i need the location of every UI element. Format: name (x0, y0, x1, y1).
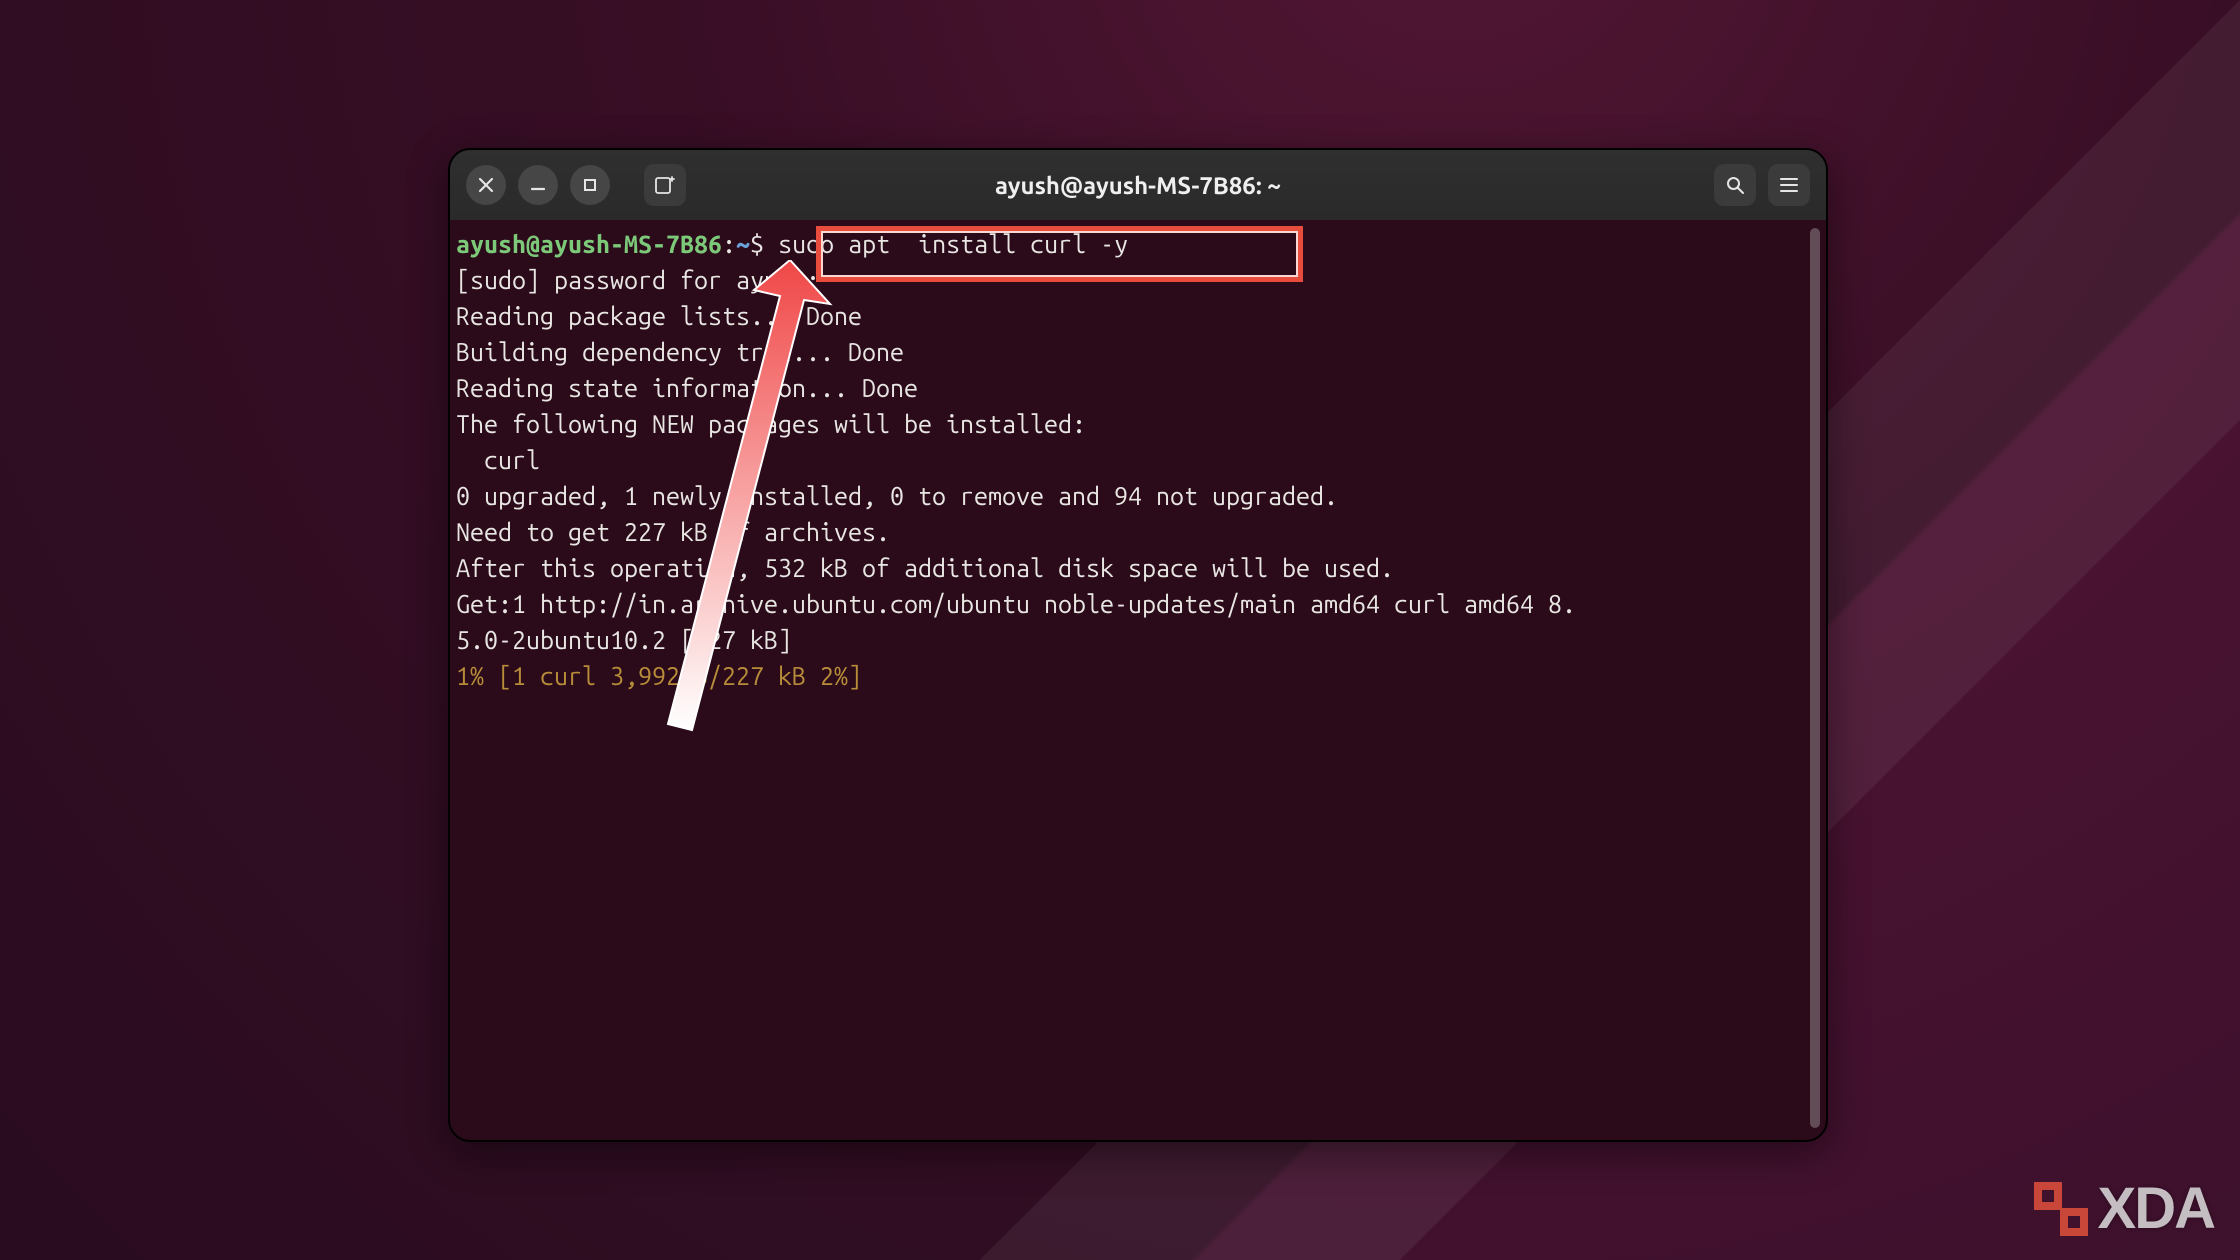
prompt-user-host: ayush@ayush-MS-7B86 (456, 230, 722, 258)
watermark-icon (2034, 1182, 2088, 1236)
search-button[interactable] (1714, 164, 1756, 206)
maximize-icon (582, 177, 598, 193)
window-title: ayush@ayush-MS-7B86: ~ (995, 172, 1281, 199)
terminal-output[interactable]: ayush@ayush-MS-7B86:~$ sudo apt install … (450, 220, 1826, 1140)
new-tab-icon (654, 174, 676, 196)
search-icon (1725, 175, 1745, 195)
minimize-icon (530, 177, 546, 193)
output-line: [sudo] password for ayush: (456, 266, 820, 294)
output-line: Building dependency tree... Done (456, 338, 904, 366)
hamburger-icon (1779, 175, 1799, 195)
titlebar: ayush@ayush-MS-7B86: ~ (450, 150, 1826, 220)
output-line: The following NEW packages will be insta… (456, 410, 1086, 438)
output-line: Get:1 http://in.archive.ubuntu.com/ubunt… (456, 590, 1576, 618)
prompt-colon: : (722, 230, 736, 258)
output-line: Reading state information... Done (456, 374, 918, 402)
new-tab-button[interactable] (644, 164, 686, 206)
progress-line: 1% [1 curl 3,992 B/227 kB 2%] (456, 662, 862, 690)
output-line: 0 upgraded, 1 newly installed, 0 to remo… (456, 482, 1338, 510)
close-button[interactable] (466, 165, 506, 205)
minimize-button[interactable] (518, 165, 558, 205)
terminal-window: ayush@ayush-MS-7B86: ~ ayush@ayush-MS-7B… (448, 148, 1828, 1142)
output-line: Need to get 227 kB of archives. (456, 518, 890, 546)
prompt-symbol: $ (750, 230, 764, 258)
hamburger-menu-button[interactable] (1768, 164, 1810, 206)
prompt-path: ~ (736, 230, 750, 258)
command-text: sudo apt install curl -y (764, 230, 1142, 258)
output-line: After this operation, 532 kB of addition… (456, 554, 1394, 582)
watermark-text: XDA (2098, 1175, 2214, 1242)
output-line: curl (456, 446, 540, 474)
maximize-button[interactable] (570, 165, 610, 205)
scrollbar[interactable] (1810, 228, 1820, 1128)
close-icon (478, 177, 494, 193)
watermark: XDA (2034, 1175, 2214, 1242)
output-line: 5.0-2ubuntu10.2 [227 kB] (456, 626, 792, 654)
output-line: Reading package lists... Done (456, 302, 862, 330)
